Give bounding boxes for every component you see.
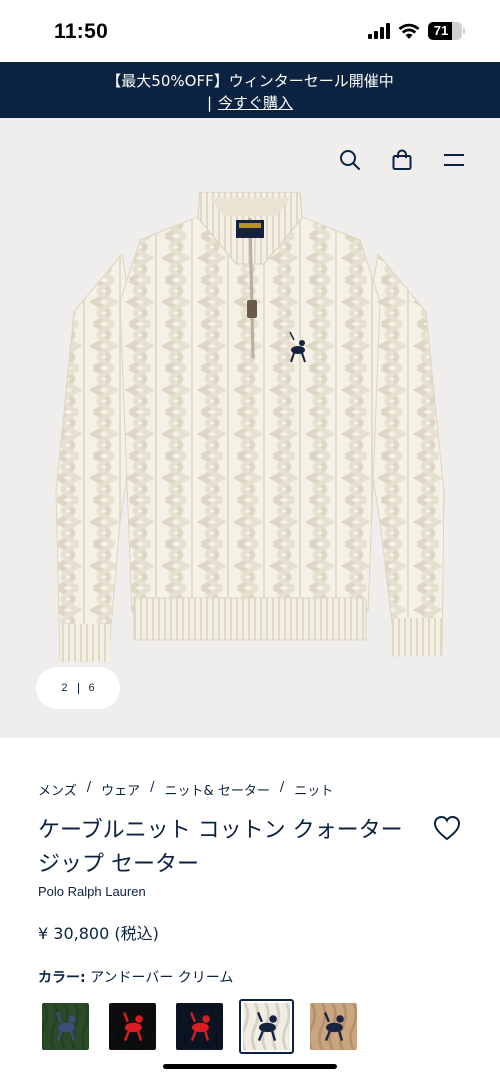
pony-logo-icon [243,1003,290,1050]
pager-divider [77,682,79,694]
breadcrumb-separator: / [150,780,155,795]
pony-logo-icon [109,1003,156,1050]
product-price: ¥ 30,800 (税込) [38,924,159,943]
battery-level: 71 [433,23,449,38]
color-selection: カラー: アンドーバー クリーム [38,967,233,987]
battery-icon: 71 [428,22,465,40]
swatch-image [109,1003,156,1050]
search-icon[interactable] [338,148,362,172]
breadcrumb-item-wear[interactable]: ウェア [101,780,140,799]
color-swatches [38,999,361,1054]
promo-cta: | 今すぐ購入 [0,92,500,113]
color-value: アンドーバー クリーム [90,970,234,986]
breadcrumb-separator: / [279,780,285,795]
color-label: カラー: [38,970,86,986]
pony-logo-icon [310,1003,357,1050]
breadcrumb-item-knit[interactable]: ニット [294,780,333,799]
breadcrumb-item-mens[interactable]: メンズ [38,780,77,799]
promo-text: 【最大50%OFF】ウィンターセール開催中 [106,72,394,90]
color-swatch-tan[interactable] [306,999,361,1054]
color-swatch-navy-red[interactable] [172,999,227,1054]
promo-banner: 【最大50%OFF】ウィンターセール開催中 | 今すぐ購入 [0,62,500,118]
home-indicator [163,1064,337,1069]
promo-separator: | [206,94,213,112]
status-icons: 71 [368,22,465,40]
breadcrumb-item-knit-sweaters[interactable]: ニット& セーター [165,780,270,799]
cellular-signal-icon [368,23,390,39]
color-swatch-cream[interactable] [239,999,294,1054]
wifi-icon [398,23,420,39]
pony-logo-icon [176,1003,223,1050]
product-title: ケーブルニット コットン クォータージップ セーター [38,818,403,877]
battery-cap [463,28,465,34]
heart-icon[interactable] [432,813,462,843]
product-image [55,192,445,663]
breadcrumb: メンズ / ウェア / ニット& セーター / ニット [38,780,333,799]
product-image-gallery[interactable]: 2 6 [0,118,500,738]
pager-current: 2 [61,682,68,694]
swatch-image [176,1003,223,1050]
header-actions [338,148,466,172]
swatch-image [42,1003,89,1050]
swatch-image [243,1003,290,1050]
color-swatch-green[interactable] [38,999,93,1054]
image-pager[interactable]: 2 6 [36,667,120,709]
status-time: 11:50 [54,20,109,43]
pager-total: 6 [88,682,95,694]
status-bar: 11:50 71 [0,0,500,62]
shop-now-link[interactable]: 今すぐ購入 [218,94,293,112]
pony-logo-icon [42,1003,89,1050]
brand-name: Polo Ralph Lauren [38,884,146,899]
color-swatch-black-red[interactable] [105,999,160,1054]
breadcrumb-separator: / [86,780,92,795]
swatch-image [310,1003,357,1050]
menu-icon[interactable] [442,148,466,172]
shopping-bag-icon[interactable] [390,148,414,172]
